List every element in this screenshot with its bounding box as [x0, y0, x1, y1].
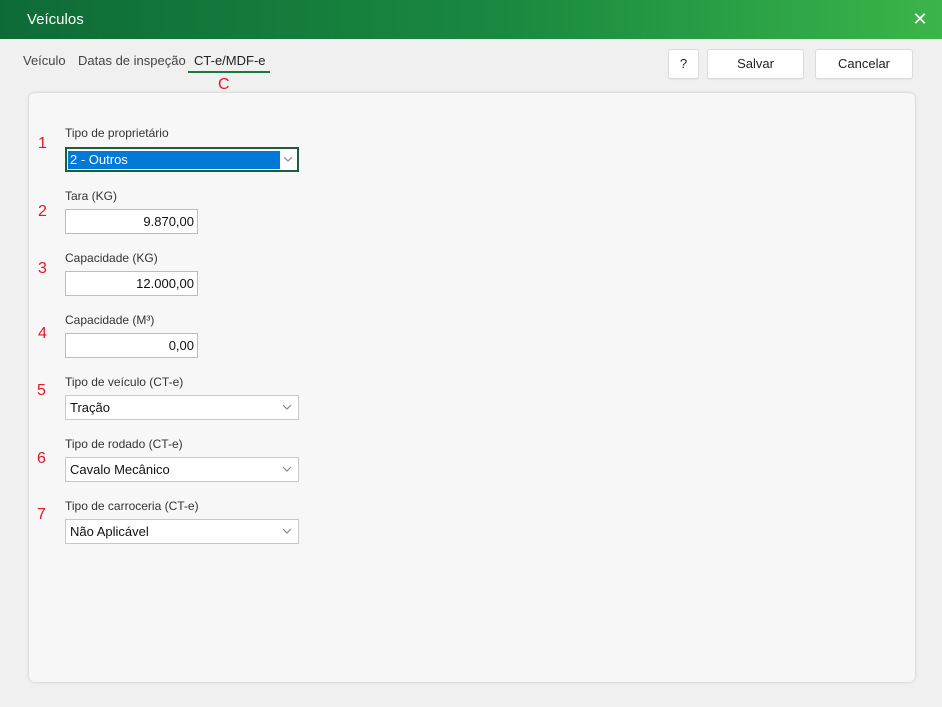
- owner-type-select[interactable]: 2 - Outros: [65, 147, 299, 172]
- annotation-marker-3: 3: [38, 260, 47, 277]
- save-button[interactable]: Salvar: [707, 49, 804, 79]
- capacity-kg-label: Capacidade (KG): [65, 251, 158, 265]
- chevron-down-icon: [282, 404, 292, 410]
- annotation-marker-2: 2: [38, 203, 47, 220]
- close-icon[interactable]: ✕: [910, 8, 930, 30]
- wheelset-type-value: Cavalo Mecânico: [70, 462, 170, 477]
- body-type-value: Não Aplicável: [70, 524, 149, 539]
- annotation-marker-1: 1: [38, 135, 47, 152]
- active-tab-indicator: [188, 71, 270, 73]
- capacity-m3-input[interactable]: 0,00: [65, 333, 198, 358]
- tab-cte-mdfe[interactable]: CT-e/MDF-e: [194, 53, 266, 68]
- wheelset-type-select[interactable]: Cavalo Mecânico: [65, 457, 299, 482]
- owner-type-value: 2 - Outros: [68, 151, 280, 169]
- capacity-kg-input[interactable]: 12.000,00: [65, 271, 198, 296]
- annotation-marker-4: 4: [38, 325, 47, 342]
- vehicle-type-select[interactable]: Tração: [65, 395, 299, 420]
- owner-type-label: Tipo de proprietário: [65, 126, 169, 140]
- chevron-down-icon: [282, 528, 292, 534]
- annotation-marker-6: 6: [37, 450, 46, 467]
- tare-input[interactable]: 9.870,00: [65, 209, 198, 234]
- annotation-marker-c: C: [218, 76, 230, 93]
- annotation-marker-5: 5: [37, 382, 46, 399]
- title-bar: Veículos ✕: [0, 0, 942, 39]
- tare-label: Tara (KG): [65, 189, 118, 203]
- tab-veiculo[interactable]: Veículo: [23, 53, 66, 68]
- wheelset-type-label: Tipo de rodado (CT-e): [65, 437, 183, 451]
- help-button[interactable]: ?: [668, 49, 699, 79]
- annotation-marker-7: 7: [37, 506, 46, 523]
- capacity-m3-label: Capacidade (M³): [65, 313, 155, 327]
- vehicle-type-label: Tipo de veículo (CT-e): [65, 375, 184, 389]
- chevron-down-icon: [282, 466, 292, 472]
- body-type-label: Tipo de carroceria (CT-e): [65, 499, 199, 513]
- cancel-button[interactable]: Cancelar: [815, 49, 913, 79]
- vehicle-type-value: Tração: [70, 400, 110, 415]
- body-type-select[interactable]: Não Aplicável: [65, 519, 299, 544]
- tab-datas-inspecao[interactable]: Datas de inspeção: [78, 53, 186, 68]
- window-title: Veículos: [27, 11, 84, 28]
- chevron-down-icon: [283, 156, 293, 162]
